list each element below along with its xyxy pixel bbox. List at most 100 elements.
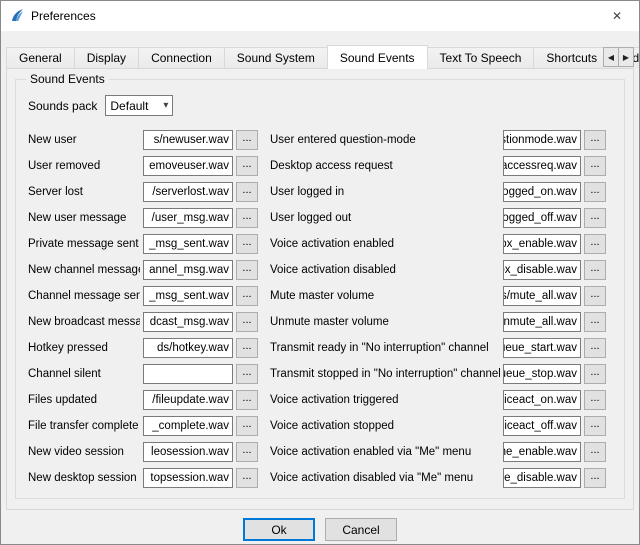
sound-file-input[interactable]: dcast_msg.wav [143,312,233,332]
sound-file-input[interactable]: s/mute_all.wav [503,286,581,306]
sound-event-row: New users/newuser.wav... [28,130,258,150]
sound-file-input[interactable]: ox_enable.wav [503,234,581,254]
tab-scroll-right-button[interactable]: ▶ [618,47,634,67]
cancel-button[interactable]: Cancel [325,518,397,541]
sound-file-input[interactable]: topsession.wav [143,468,233,488]
sound-events-right-column: User entered question-modestionmode.wav.… [270,130,606,494]
tab-scroll-left-button[interactable]: ◀ [603,47,619,67]
browse-button[interactable]: ... [584,286,606,306]
tab-scroller: ◀ ▶ [604,47,634,67]
browse-button[interactable]: ... [584,182,606,202]
browse-button[interactable]: ... [236,234,258,254]
sound-file-input[interactable]: stionmode.wav [503,130,581,150]
close-button[interactable]: ✕ [595,1,639,31]
browse-button[interactable]: ... [584,260,606,280]
browse-button[interactable]: ... [584,468,606,488]
tab-connection[interactable]: Connection [138,47,225,68]
window-title: Preferences [31,9,96,23]
sound-file-input[interactable]: ogged_off.wav [503,208,581,228]
browse-button[interactable]: ... [584,234,606,254]
tab-shortcuts[interactable]: Shortcuts [533,47,610,68]
tab-general[interactable]: General [6,47,75,68]
browse-button[interactable]: ... [236,156,258,176]
browse-button[interactable]: ... [236,390,258,410]
browse-button[interactable]: ... [584,208,606,228]
sound-file-input[interactable]: s/newuser.wav [143,130,233,150]
browse-button[interactable]: ... [236,468,258,488]
dialog-footer: Ok Cancel [1,510,639,541]
browse-button[interactable]: ... [584,338,606,358]
sound-event-row: User logged inlogged_on.wav... [270,182,606,202]
tab-display[interactable]: Display [74,47,139,68]
event-label: Voice activation triggered [270,394,500,406]
sound-event-row: Desktop access requestaccessreq.wav... [270,156,606,176]
sounds-pack-combobox[interactable]: Default ▾ [105,95,173,116]
browse-button[interactable]: ... [236,442,258,462]
sound-file-input[interactable]: me_enable.wav [503,442,581,462]
browse-button[interactable]: ... [584,312,606,332]
tab-sound-system[interactable]: Sound System [224,47,328,68]
browse-button[interactable]: ... [236,182,258,202]
sound-file-input[interactable]: ox_disable.wav [503,260,581,280]
browse-button[interactable]: ... [236,364,258,384]
sound-file-input[interactable]: oiceact_off.wav [503,416,581,436]
sound-file-input[interactable]: oiceact_on.wav [503,390,581,410]
sound-event-row: Voice activation stoppedoiceact_off.wav.… [270,416,606,436]
browse-button[interactable]: ... [584,130,606,150]
browse-button[interactable]: ... [236,338,258,358]
browse-button[interactable]: ... [236,208,258,228]
sound-events-left-column: New users/newuser.wav... User removedemov… [28,130,258,494]
sound-file-input[interactable]: _msg_sent.wav [143,234,233,254]
sound-event-columns: New users/newuser.wav... User removedemov… [28,130,612,494]
sound-file-input[interactable]: ne_disable.wav [503,468,581,488]
event-label: User logged in [270,186,500,198]
sound-file-input[interactable]: _complete.wav [143,416,233,436]
tab-text-to-speech[interactable]: Text To Speech [427,47,535,68]
browse-button[interactable]: ... [584,390,606,410]
titlebar: Preferences ✕ [1,1,639,31]
sound-file-input[interactable]: accessreq.wav [503,156,581,176]
browse-button[interactable]: ... [584,442,606,462]
sounds-pack-value: Default [110,99,148,113]
sound-file-input[interactable]: emoveuser.wav [143,156,233,176]
sound-file-input[interactable]: ueue_start.wav [503,338,581,358]
event-label: Channel message sent [28,290,140,302]
event-label: New desktop session [28,472,140,484]
sound-file-input[interactable]: annel_msg.wav [143,260,233,280]
event-label: File transfer complete [28,420,140,432]
sound-event-row: Private message sent_msg_sent.wav... [28,234,258,254]
sound-event-row: User entered question-modestionmode.wav.… [270,130,606,150]
browse-button[interactable]: ... [584,156,606,176]
sound-event-row: User removedemoveuser.wav... [28,156,258,176]
sound-file-input[interactable]: /user_msg.wav [143,208,233,228]
browse-button[interactable]: ... [236,312,258,332]
event-label: Private message sent [28,238,140,250]
event-label: Voice activation disabled [270,264,500,276]
event-label: Transmit ready in "No interruption" chan… [270,342,500,354]
sound-file-input[interactable] [143,364,233,384]
event-label: User logged out [270,212,500,224]
browse-button[interactable]: ... [236,416,258,436]
browse-button[interactable]: ... [236,286,258,306]
sound-file-input[interactable]: ds/hotkey.wav [143,338,233,358]
sound-file-input[interactable]: leosession.wav [143,442,233,462]
browse-button[interactable]: ... [584,416,606,436]
sound-file-input[interactable]: /serverlost.wav [143,182,233,202]
event-label: Transmit stopped in "No interruption" ch… [270,368,500,380]
sound-events-groupbox: Sound Events Sounds pack Default ▾ New u… [15,79,625,499]
sound-file-input[interactable]: unmute_all.wav [503,312,581,332]
event-label: New channel message [28,264,140,276]
event-label: Voice activation enabled via "Me" menu [270,446,500,458]
ok-button[interactable]: Ok [243,518,315,541]
sound-event-row: Server lost/serverlost.wav... [28,182,258,202]
sound-file-input[interactable]: logged_on.wav [503,182,581,202]
browse-button[interactable]: ... [236,130,258,150]
sound-file-input[interactable]: _msg_sent.wav [143,286,233,306]
browse-button[interactable]: ... [584,364,606,384]
tab-sound-events[interactable]: Sound Events [327,45,428,69]
chevron-down-icon: ▾ [163,100,168,111]
sound-file-input[interactable]: /fileupdate.wav [143,390,233,410]
browse-button[interactable]: ... [236,260,258,280]
groupbox-title: Sound Events [26,72,109,86]
sound-file-input[interactable]: ueue_stop.wav [503,364,581,384]
